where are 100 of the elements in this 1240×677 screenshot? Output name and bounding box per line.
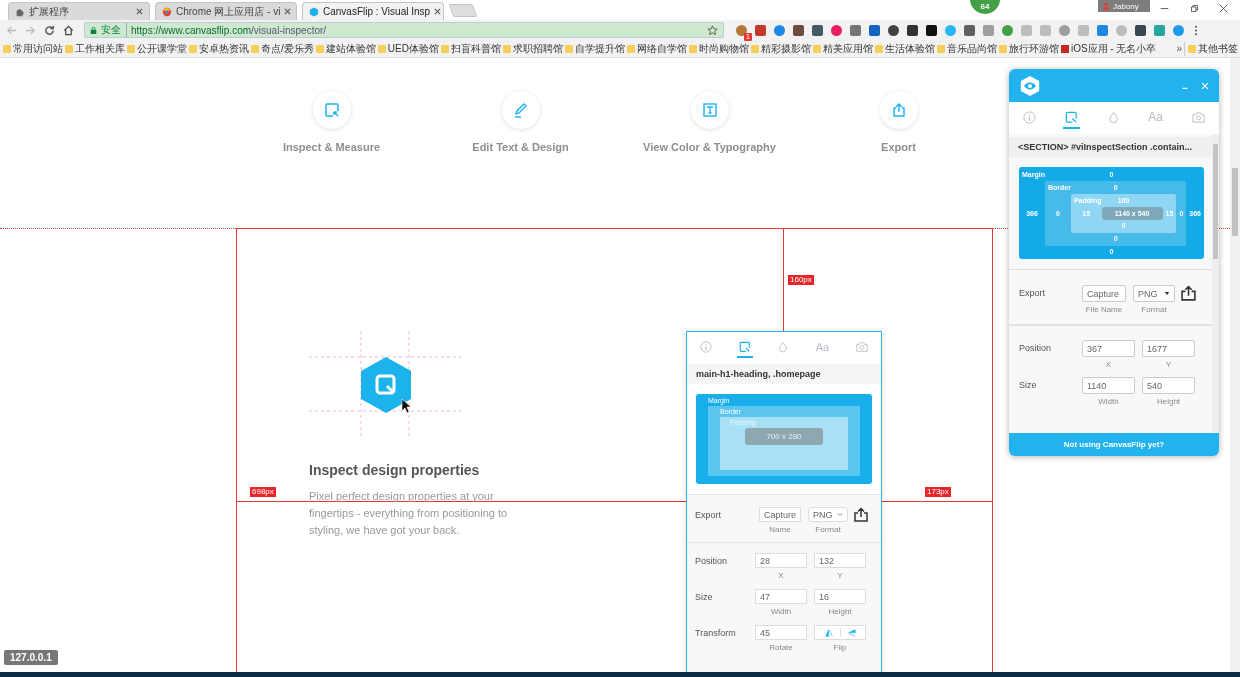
number-field[interactable]: 367	[1082, 340, 1135, 357]
number-field[interactable]: 45	[755, 625, 807, 640]
profile-button[interactable]: Jabony	[1098, 0, 1150, 12]
number-field[interactable]: 47	[755, 589, 807, 604]
address-bar[interactable]: 安全 https://www.canvasflip.com/visual-inspector/	[84, 22, 724, 38]
inspect-icon	[1065, 110, 1078, 124]
bookmark-item[interactable]: 常用访问站	[3, 41, 63, 56]
close-icon[interactable]	[284, 8, 292, 15]
bookmark-item[interactable]: 网络自学馆	[626, 41, 687, 56]
feature-label: Export	[881, 141, 916, 153]
folder-icon	[998, 44, 1007, 53]
feature-label: Edit Text & Design	[472, 141, 569, 153]
bookmark-item[interactable]: 精彩摄影馆	[750, 41, 811, 56]
drop-icon	[777, 341, 790, 353]
folder-icon	[189, 44, 197, 53]
extension-icon[interactable]	[888, 24, 899, 36]
folder-icon	[626, 44, 635, 53]
extension-icon[interactable]	[926, 24, 937, 36]
extension-icon[interactable]	[812, 24, 823, 36]
home-icon[interactable]	[63, 24, 74, 36]
selector-text: main-h1-heading, .homepage	[687, 364, 881, 384]
notification-badge: 64	[970, 0, 1000, 14]
extension-icon[interactable]	[793, 24, 804, 36]
host-badge: 127.0.0.1	[4, 650, 58, 665]
field-caption: Width	[1098, 397, 1119, 406]
field-caption: Format	[1141, 305, 1167, 314]
field-caption: Y	[1165, 360, 1172, 369]
new-tab-button[interactable]	[448, 4, 478, 17]
star-icon[interactable]	[707, 24, 718, 36]
hexagon-logo-icon	[309, 6, 319, 17]
flip-control[interactable]	[814, 625, 866, 640]
property-label: Position	[1019, 342, 1053, 353]
browser-tab[interactable]: CanvasFlip : Visual Insp	[302, 2, 444, 20]
share-icon[interactable]	[853, 507, 869, 523]
number-field[interactable]: 540	[1142, 377, 1195, 394]
reload-icon[interactable]	[44, 24, 55, 36]
person-icon	[1102, 2, 1110, 10]
file-name-field[interactable]: Capture	[759, 507, 801, 522]
extension-icon[interactable]	[907, 24, 918, 36]
page-scrollbar[interactable]	[1230, 58, 1240, 672]
bookmark-item[interactable]: 自学提升馆	[564, 41, 625, 56]
bookmark-item[interactable]: UED体验馆	[377, 41, 439, 56]
bookmark-item[interactable]: 精美应用馆	[812, 41, 873, 56]
field-caption: Height	[828, 607, 852, 616]
caret-down-icon	[1164, 291, 1170, 296]
number-field[interactable]: 132	[814, 553, 866, 568]
close-icon[interactable]	[1219, 4, 1228, 13]
bookmark-item[interactable]: 求职招聘馆	[502, 41, 563, 56]
chevron-down-icon	[837, 512, 843, 517]
number-field[interactable]: 16	[814, 589, 866, 604]
flip-horizontal-icon[interactable]	[824, 628, 833, 637]
bookmark-item[interactable]: 公开课学堂	[127, 41, 187, 56]
browser-tab[interactable]: Chrome 网上应用店 - vi	[155, 2, 297, 20]
more-bookmarks-button[interactable]: »	[1176, 43, 1182, 54]
format-dropdown[interactable]: PNG	[808, 507, 848, 522]
bookmark-item[interactable]: iOS应用 - 无名小卒	[1060, 41, 1157, 56]
number-field[interactable]: 1140	[1082, 377, 1135, 394]
bookmark-item[interactable]: 音乐品尚馆	[936, 41, 997, 56]
number-field[interactable]: 1677	[1142, 340, 1195, 357]
share-icon[interactable]	[1180, 285, 1197, 302]
field-caption: Rotate	[769, 643, 793, 652]
folder-icon	[812, 44, 821, 53]
bookmark-item[interactable]: 扫盲科普馆	[440, 41, 501, 56]
bookmark-item[interactable]: 安卓热资讯	[189, 41, 249, 56]
folder-icon	[688, 44, 697, 53]
drop-icon	[1106, 110, 1120, 124]
info-icon	[1023, 110, 1037, 124]
close-icon[interactable]	[136, 8, 143, 15]
bookmark-item[interactable]: 生活体验馆	[874, 41, 935, 56]
format-dropdown[interactable]: PNG	[1133, 285, 1175, 302]
folder-icon	[502, 44, 511, 53]
bookmark-item[interactable]: 建站体验馆	[315, 41, 376, 56]
bookmark-item[interactable]: 工作相关库	[65, 41, 125, 56]
extension-icon[interactable]	[1135, 24, 1146, 36]
folder-icon	[3, 44, 11, 53]
scrollbar[interactable]	[1212, 134, 1219, 433]
bookmark-item[interactable]: 时尚购物馆	[688, 41, 749, 56]
browser-tab[interactable]: 扩展程序	[8, 2, 150, 20]
back-icon[interactable]	[6, 24, 17, 36]
folder-icon	[251, 44, 259, 53]
inspect-icon	[738, 341, 751, 353]
bookmark-item[interactable]: 其他书签	[1184, 41, 1238, 56]
folder-icon	[315, 44, 324, 53]
bookmark-icon	[1060, 44, 1069, 53]
field-caption: Flip	[833, 643, 847, 652]
folder-icon	[564, 44, 573, 53]
bookmark-item[interactable]: 旅行环游馆	[998, 41, 1059, 56]
file-name-field[interactable]: Capture	[1082, 285, 1126, 302]
number-field[interactable]: 28	[755, 553, 807, 568]
field-caption: X	[1105, 360, 1112, 369]
restore-icon[interactable]	[1190, 4, 1199, 13]
forward-icon[interactable]	[25, 24, 36, 36]
menu-icon[interactable]	[1194, 24, 1198, 36]
lock-icon	[90, 25, 97, 35]
close-icon[interactable]	[434, 8, 442, 15]
export-label: Export	[1019, 287, 1046, 298]
inspect-icon	[323, 102, 340, 118]
bookmark-item[interactable]: 奇点/爱乐秀	[251, 41, 314, 56]
puzzle-icon	[15, 6, 25, 17]
flip-vertical-icon[interactable]	[847, 628, 856, 637]
